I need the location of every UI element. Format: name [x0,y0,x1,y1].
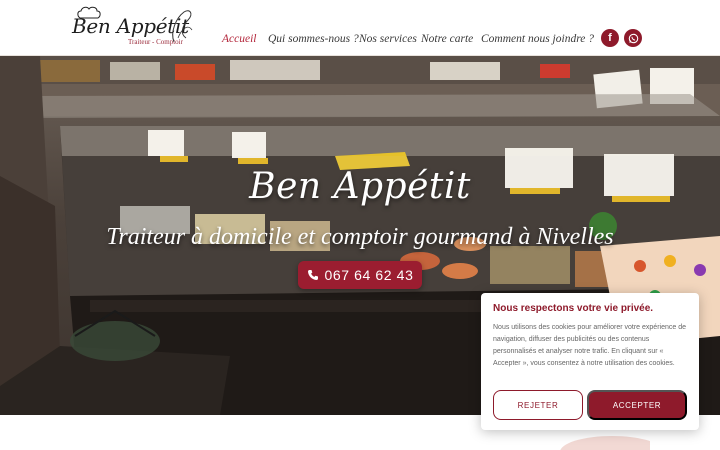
phone-number: 067 64 62 43 [324,267,414,283]
nav-item-nos-services[interactable]: Nos services [359,33,417,45]
phone-button[interactable]: 067 64 62 43 [298,261,422,289]
cookie-banner: Nous respectons votre vie privée. Nous u… [481,293,699,430]
hero-subtitle: Traiteur à domicile et comptoir gourmand… [106,224,614,250]
nav-item-qui-sommes-nous[interactable]: Qui sommes-nous ? [268,33,359,45]
reject-button[interactable]: REJETER [493,390,583,420]
facebook-button[interactable]: f [601,29,619,47]
accept-button[interactable]: ACCEPTER [587,390,687,420]
cookie-text: Nous utilisons des cookies pour améliore… [493,324,686,367]
hero-title: Ben Appétit [249,166,471,207]
phone-icon [307,269,319,281]
cookie-buttons: REJETER ACCEPTER [493,390,687,420]
cookie-title: Nous respectons votre vie privée. [493,303,654,314]
nav-item-accueil[interactable]: Accueil [222,33,256,45]
site-logo[interactable]: Ben Appétit Traiteur - Comptoir [70,6,198,50]
facebook-icon: f [608,31,612,44]
nav-item-comment-nous-joindre[interactable]: Comment nous joindre ? [481,33,594,45]
nav-item-notre-carte[interactable]: Notre carte [421,33,473,45]
whatsapp-icon [628,33,638,43]
decorative-shape [560,436,650,450]
whatsapp-button[interactable] [624,29,642,47]
site-header: Ben Appétit Traiteur - Comptoir Accueil … [0,0,720,56]
logo-swirl-icon [172,10,193,43]
